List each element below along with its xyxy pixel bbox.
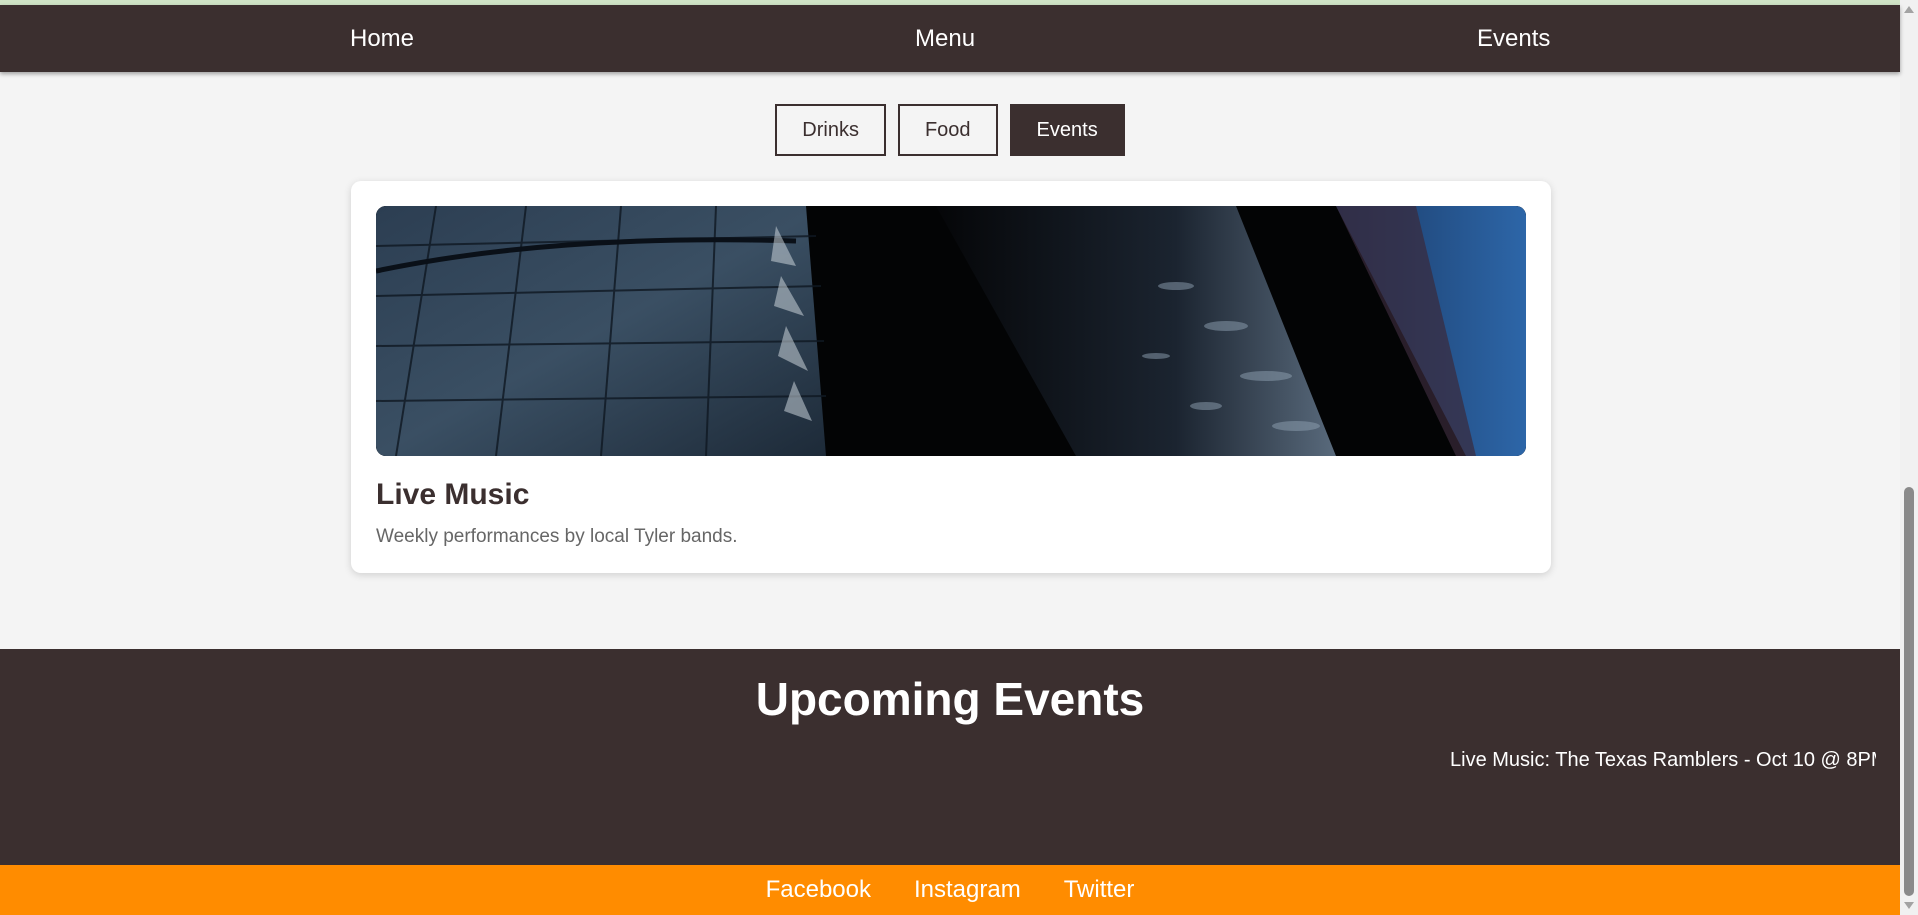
events-ticker-text: Live Music: The Texas Ramblers - Oct 10 …: [1450, 749, 1876, 771]
upcoming-events-section: Upcoming Events Live Music: The Texas Ra…: [0, 649, 1900, 865]
nav-home-link[interactable]: Home: [350, 5, 414, 72]
footer-instagram-link[interactable]: Instagram: [914, 876, 1021, 904]
scroll-down-arrow-icon[interactable]: [1904, 902, 1914, 909]
nav-menu-link[interactable]: Menu: [915, 5, 975, 72]
event-card-title: Live Music: [376, 478, 530, 511]
filter-events-button[interactable]: Events: [1009, 104, 1125, 156]
scroll-up-arrow-icon[interactable]: [1904, 6, 1914, 13]
upcoming-events-title: Upcoming Events: [755, 673, 1145, 725]
vertical-scrollbar[interactable]: [1900, 0, 1918, 915]
nav-events-link[interactable]: Events: [1477, 5, 1550, 72]
filter-drinks-button[interactable]: Drinks: [775, 104, 886, 156]
filter-food-button[interactable]: Food: [897, 104, 998, 156]
navbar: Home Menu Events: [0, 5, 1900, 72]
footer-facebook-link[interactable]: Facebook: [766, 876, 871, 904]
events-ticker: Live Music: The Texas Ramblers - Oct 10 …: [0, 748, 1876, 778]
menu-filter-buttons: Drinks Food Events: [0, 104, 1900, 156]
scrollbar-thumb[interactable]: [1904, 487, 1914, 896]
event-card-image: [376, 206, 1526, 456]
event-card-description: Weekly performances by local Tyler bands…: [376, 526, 738, 547]
footer-twitter-link[interactable]: Twitter: [1064, 876, 1135, 904]
event-card: Live Music Weekly performances by local …: [351, 181, 1551, 573]
page: Home Menu Events g Drinks Food Events: [0, 0, 1918, 915]
footer: Facebook Instagram Twitter: [0, 865, 1900, 915]
